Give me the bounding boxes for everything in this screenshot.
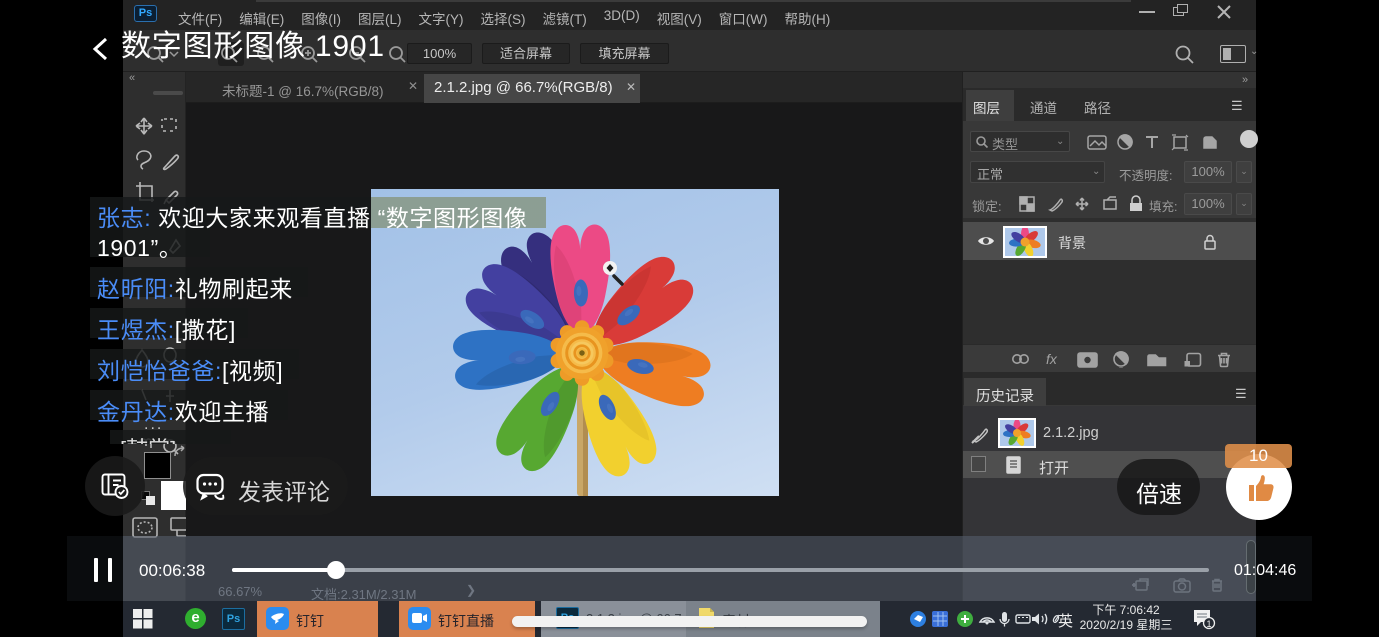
svg-text:1: 1 bbox=[1206, 619, 1211, 629]
svg-text:fx: fx bbox=[1046, 351, 1058, 367]
